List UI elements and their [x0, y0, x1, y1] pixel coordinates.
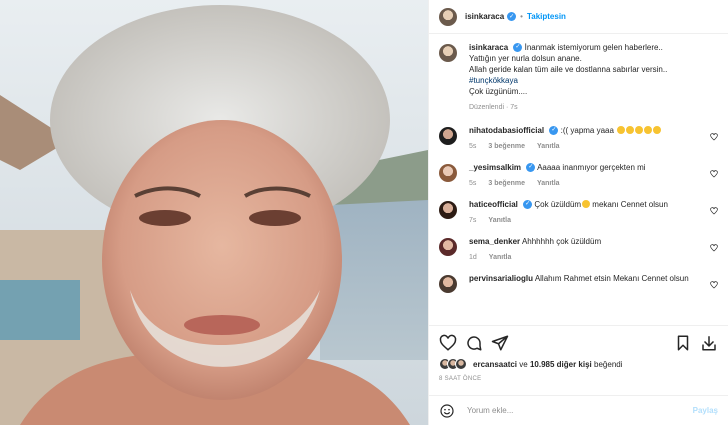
likes-count[interactable]: 10.985 diğer kişi	[530, 360, 592, 369]
comment-text: :(( yapma yaaa	[560, 126, 614, 135]
avatar[interactable]	[439, 44, 457, 62]
liker-username[interactable]: ercansaatci	[473, 360, 517, 369]
comment-time: 7s	[469, 217, 477, 224]
comments-list[interactable]: isinkaraca ✓ İnanmak istemiyorum gelen h…	[429, 34, 728, 325]
avatar[interactable]	[439, 238, 457, 256]
caption: isinkaraca ✓ İnanmak istemiyorum gelen h…	[439, 42, 718, 111]
caption-line: Yattığın yer nurla dolsun anane.	[469, 54, 582, 63]
comment-composer: Paylaş	[429, 395, 728, 425]
sad-face-icon	[617, 126, 626, 134]
likes-connector: ve	[519, 359, 528, 369]
comment-username[interactable]: pervinsarialioglu	[469, 274, 533, 283]
caption-line: İnanmak istemiyorum gelen haberlere..	[524, 43, 663, 52]
verified-icon: ✓	[507, 12, 517, 21]
sad-face-icon	[653, 126, 662, 134]
action-bar: ercansaatci ve 10.985 diğer kişi beğendi…	[429, 325, 728, 395]
verified-icon: ✓	[513, 43, 523, 53]
reply-button[interactable]: Yanıtla	[489, 254, 512, 261]
reply-button[interactable]: Yanıtla	[537, 143, 560, 150]
edited-label: Düzenlendi · 7s	[469, 104, 518, 111]
comment-likes[interactable]: 3 beğenme	[488, 143, 525, 150]
comment-text: Allahım Rahmet etsin Mekanı Cennet olsun	[534, 274, 689, 283]
sad-face-icon	[582, 200, 591, 208]
post-time[interactable]: 8 SAAT ÖNCE	[439, 376, 718, 382]
comment-text-after: mekanı Cennet olsun	[592, 200, 668, 209]
verified-icon: ✓	[526, 163, 536, 173]
hashtag-link[interactable]: #tunçkökkaya	[469, 75, 718, 86]
heart-icon[interactable]	[710, 281, 718, 289]
avatar[interactable]	[439, 7, 457, 26]
heart-icon[interactable]	[710, 133, 718, 141]
sad-face-icon	[626, 126, 635, 134]
likes-summary[interactable]: ercansaatci ve 10.985 diğer kişi beğendi	[439, 358, 718, 370]
header-username[interactable]: isinkaraca	[465, 12, 504, 21]
separator-dot: •	[520, 12, 523, 21]
comment-row: pervinsarialioglu Allahım Rahmet etsin M…	[439, 273, 718, 293]
comment-username[interactable]: sema_denker	[469, 237, 520, 246]
sad-face-icon	[635, 126, 644, 134]
sad-face-icon	[644, 126, 653, 134]
download-icon[interactable]	[700, 334, 718, 352]
post-photo[interactable]	[0, 0, 428, 425]
post-header: isinkaraca ✓ • Takiptesin	[429, 0, 728, 34]
comment-time: 5s	[469, 180, 477, 187]
share-icon[interactable]	[491, 334, 509, 352]
comment-username[interactable]: haticeofficial	[469, 200, 518, 209]
comment-text: Çok üzüldüm	[534, 200, 582, 209]
reply-button[interactable]: Yanıtla	[537, 180, 560, 187]
avatar[interactable]	[439, 275, 457, 293]
avatar[interactable]	[439, 164, 457, 182]
likes-suffix: beğendi	[594, 359, 623, 369]
following-button[interactable]: Takiptesin	[527, 12, 566, 21]
bookmark-icon[interactable]	[674, 334, 692, 352]
verified-icon: ✓	[523, 200, 533, 210]
comment-username[interactable]: _yesimsalkim	[469, 163, 521, 172]
comment-row: sema_denker Ahhhhhh çok üzüldüm 1d Yanıt…	[439, 236, 718, 261]
heart-icon[interactable]	[710, 244, 718, 252]
instagram-post: isinkaraca ✓ • Takiptesin isinkaraca ✓ İ…	[0, 0, 728, 425]
comment-text: Aaaaa inanmıyor gerçekten mi	[537, 163, 646, 172]
post-side-panel: isinkaraca ✓ • Takiptesin isinkaraca ✓ İ…	[428, 0, 728, 425]
comment-time: 1d	[469, 254, 477, 261]
smile-icon[interactable]	[439, 403, 455, 419]
comment-username[interactable]: nihatodabasiofficial	[469, 126, 544, 135]
comment-row: nihatodabasiofficial ✓ :(( yapma yaaa 5s…	[439, 125, 718, 150]
selfie-image	[0, 0, 428, 425]
comment-time: 5s	[469, 143, 477, 150]
verified-icon: ✓	[549, 126, 559, 136]
heart-icon[interactable]	[710, 207, 718, 215]
comment-row: haticeofficial ✓ Çok üzüldüm mekanı Cenn…	[439, 199, 718, 224]
avatar[interactable]	[439, 127, 457, 145]
caption-line: Allah geride kalan tüm aile ve dostlanna…	[469, 65, 668, 74]
caption-username[interactable]: isinkaraca	[469, 43, 508, 52]
comment-icon[interactable]	[465, 334, 483, 352]
avatar[interactable]	[439, 201, 457, 219]
comment-text: Ahhhhhh çok üzüldüm	[521, 237, 602, 246]
caption-line: Çok üzgünüm....	[469, 87, 528, 96]
heart-icon[interactable]	[710, 170, 718, 178]
comment-row: _yesimsalkim ✓ Aaaaa inanmıyor gerçekten…	[439, 162, 718, 187]
liker-avatars	[439, 358, 467, 370]
comment-likes[interactable]: 3 beğenme	[488, 180, 525, 187]
post-comment-button[interactable]: Paylaş	[693, 406, 718, 415]
comment-input[interactable]	[467, 406, 693, 415]
reply-button[interactable]: Yanıtla	[488, 217, 511, 224]
heart-icon[interactable]	[439, 334, 457, 352]
